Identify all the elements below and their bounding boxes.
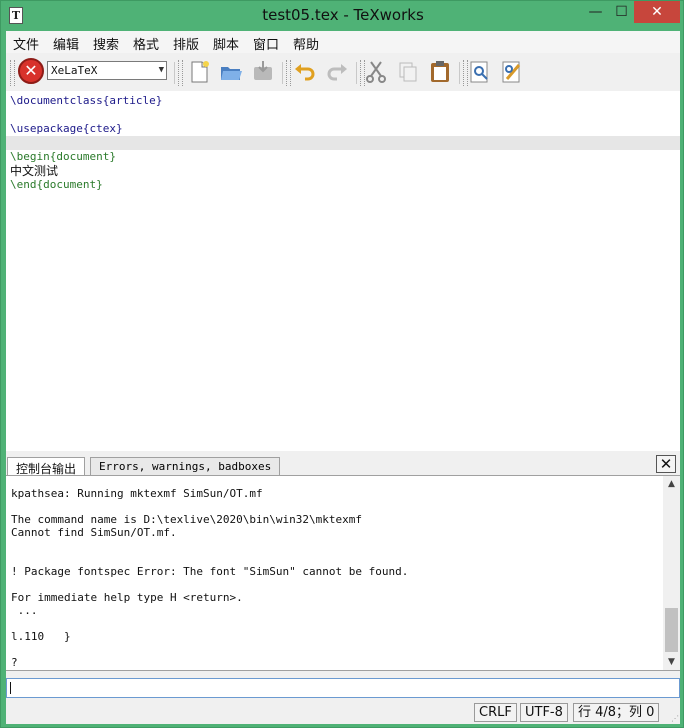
chevron-down-icon[interactable]: ▼ (663, 654, 680, 670)
toolbar-separator (459, 62, 460, 84)
tab-errors-warnings[interactable]: Errors, warnings, badboxes (90, 457, 281, 475)
open-folder-icon[interactable] (218, 59, 244, 85)
copy-icon[interactable] (395, 59, 421, 85)
scrollbar-thumb[interactable] (665, 608, 678, 652)
code-line: \begin{document} (10, 150, 116, 164)
console-line: Cannot find SimSun/OT.mf. (11, 526, 177, 539)
code-argument: {document} (49, 150, 116, 163)
menu-window[interactable]: 窗口 (253, 34, 279, 53)
code-command: \usepackage (10, 122, 83, 135)
close-console-icon[interactable]: ✕ (656, 455, 676, 473)
close-window-button[interactable]: ✕ (634, 1, 680, 23)
menu-file[interactable]: 文件 (13, 34, 39, 53)
text-caret (10, 682, 11, 694)
code-command: \documentclass (10, 94, 103, 107)
current-line-highlight (6, 136, 680, 150)
tab-console-output[interactable]: 控制台输出 (7, 457, 86, 476)
toolbar-separator (356, 62, 357, 84)
menu-scripts[interactable]: 脚本 (213, 34, 239, 53)
client-area: 文件 编辑 搜索 格式 排版 脚本 窗口 帮助 ✕ XeLaTeX ▼ \doc… (6, 31, 680, 724)
undo-icon[interactable] (292, 59, 318, 85)
code-line: \documentclass{article} (10, 94, 162, 108)
menu-edit[interactable]: 编辑 (53, 34, 79, 53)
console-input[interactable] (6, 678, 680, 698)
code-argument: {ctex} (82, 122, 123, 135)
engine-select-value: XeLaTeX (51, 64, 98, 77)
texworks-window: T test05.tex - TeXworks — ☐ ✕ 文件 编辑 搜索 格… (0, 0, 684, 728)
console-tab-bar: 控制台输出 Errors, warnings, badboxes ✕ (6, 453, 680, 476)
menu-bar: 文件 编辑 搜索 格式 排版 脚本 窗口 帮助 (6, 31, 680, 53)
toolbar-separator (174, 62, 175, 84)
toolbar-separator (282, 62, 283, 84)
redo-icon[interactable] (324, 59, 350, 85)
paste-icon[interactable] (427, 59, 453, 85)
cursor-position[interactable]: 行 4/8；列 0 (573, 703, 660, 722)
toolbar: ✕ XeLaTeX ▼ (6, 54, 680, 90)
console-line: ? (11, 656, 18, 669)
encoding-button[interactable]: UTF-8 (520, 703, 568, 722)
typeset-stop-button[interactable]: ✕ (18, 58, 44, 84)
console-output[interactable]: kpathsea: Running mktexmf SimSun/OT.mf T… (6, 475, 680, 671)
console-line: For immediate help type H <return>. (11, 591, 243, 604)
engine-select[interactable]: XeLaTeX ▼ (47, 61, 167, 80)
chevron-down-icon: ▼ (158, 65, 164, 75)
code-line: \usepackage{ctex} (10, 122, 123, 136)
maximize-button[interactable]: ☐ (609, 1, 634, 23)
cut-icon[interactable] (363, 59, 389, 85)
menu-search[interactable]: 搜索 (93, 34, 119, 53)
minimize-button[interactable]: — (582, 1, 609, 23)
code-argument: {article} (102, 94, 163, 107)
toolbar-grip[interactable] (10, 60, 15, 86)
resize-grip-icon[interactable]: ⋰ (671, 714, 679, 723)
menu-help[interactable]: 帮助 (293, 34, 319, 53)
console-scrollbar[interactable]: ▲ ▼ (663, 476, 680, 670)
code-editor[interactable]: \documentclass{article} \usepackage{ctex… (6, 91, 680, 451)
code-line-text: 中文测试 (10, 164, 59, 178)
save-icon[interactable] (250, 59, 276, 85)
menu-typeset[interactable]: 排版 (173, 34, 199, 53)
code-command: \end (10, 178, 37, 191)
chevron-up-icon[interactable]: ▲ (663, 476, 680, 492)
find-icon[interactable] (467, 59, 493, 85)
code-command: \begin (10, 150, 50, 163)
status-bar: CRLF UTF-8 行 4/8；列 0 ⋰ (6, 701, 680, 724)
console-line: The command name is D:\texlive\2020\bin\… (11, 513, 362, 526)
line-ending-button[interactable]: CRLF (474, 703, 517, 722)
console-line: kpathsea: Running mktexmf SimSun/OT.mf (11, 487, 263, 500)
new-document-icon[interactable] (186, 59, 212, 85)
console-line: ! Package fontspec Error: The font "SimS… (11, 565, 409, 578)
menu-format[interactable]: 格式 (133, 34, 159, 53)
console-line: l.110 } (11, 630, 71, 643)
console-line: ... (11, 604, 38, 617)
code-argument: {document} (36, 178, 103, 191)
title-bar: T test05.tex - TeXworks — ☐ ✕ (1, 1, 684, 31)
code-line: \end{document} (10, 178, 103, 192)
replace-icon[interactable] (499, 59, 525, 85)
toolbar-grip[interactable] (286, 60, 291, 86)
toolbar-grip[interactable] (178, 60, 183, 86)
